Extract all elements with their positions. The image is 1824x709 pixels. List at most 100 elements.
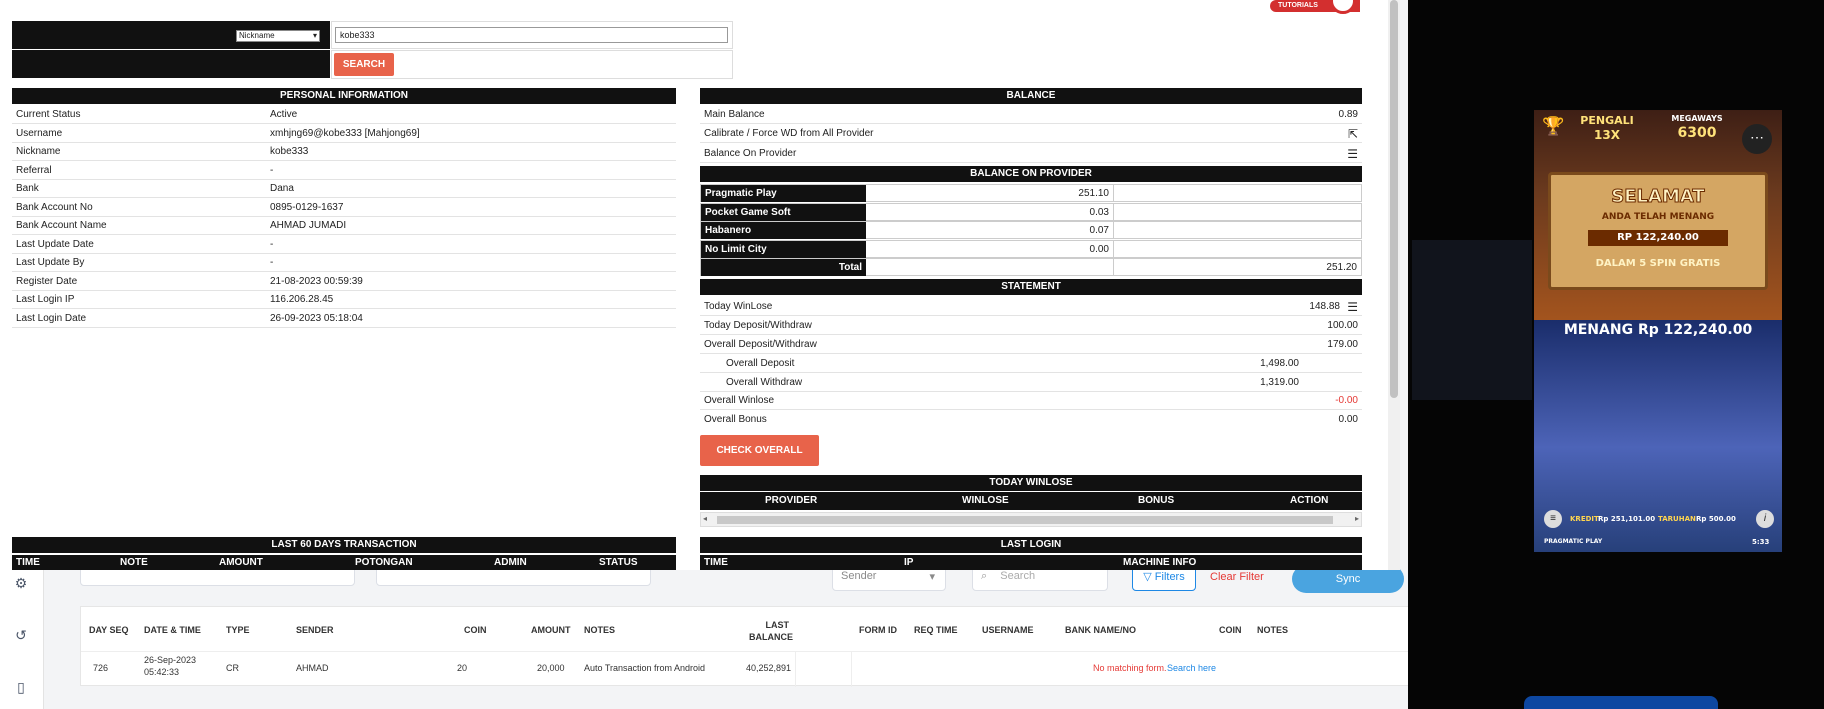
th-provider: PROVIDER <box>765 495 818 506</box>
calibrate-label: Calibrate / Force WD from All Provider <box>704 128 874 139</box>
scroll-thumb-horizontal[interactable] <box>717 516 1333 524</box>
th-form-id: FORM ID <box>859 625 897 635</box>
horizontal-scrollbar[interactable]: ◂ ▸ <box>700 512 1362 527</box>
personal-info-value: 0895-0129-1637 <box>270 201 344 213</box>
provider-row: Habanero 0.07 <box>700 221 1362 239</box>
personal-info-label: Referral <box>16 164 52 176</box>
list-icon[interactable]: ☰ <box>1347 145 1358 163</box>
megaways-label: MEGAWAYS <box>1671 114 1723 123</box>
th-username: USERNAME <box>982 625 1034 635</box>
provider-value: 0.07 <box>866 222 1114 239</box>
anda-menang-text: ANDA TELAH MENANG <box>1601 212 1715 222</box>
history-icon[interactable]: ↺ <box>12 626 30 644</box>
th-action: ACTION <box>1290 495 1329 506</box>
pengali-label: PENGALI <box>1580 114 1634 127</box>
bottom-button[interactable] <box>1524 696 1718 709</box>
faded-thumbnail <box>1412 240 1532 400</box>
trophy-icon: 🏆 <box>1542 116 1565 136</box>
th-amount: AMOUNT <box>531 625 571 635</box>
last60-header: LAST 60 DAYS TRANSACTION <box>12 537 676 553</box>
personal-info-row: Register Date 21-08-2023 00:59:39 <box>12 273 676 291</box>
overall-withdraw-label: Overall Withdraw <box>726 377 803 388</box>
book-icon[interactable]: ▯ <box>12 678 30 696</box>
th-req-time: REQ TIME <box>914 625 958 635</box>
personal-info-header: PERSONAL INFORMATION <box>12 88 676 104</box>
total-label: Total <box>701 259 866 276</box>
personal-info-row: Bank Account Name AHMAD JUMADI <box>12 217 676 235</box>
vertical-scrollbar[interactable] <box>1388 0 1400 570</box>
check-overall-button[interactable]: CHECK OVERALL <box>700 435 819 466</box>
cell-date: 26-Sep-2023 <box>144 655 197 665</box>
menu-icon[interactable]: ≡ <box>1544 510 1562 528</box>
bg-sidebar: ⚙ ↺ ▯ <box>0 560 44 709</box>
last-login-header: LAST LOGIN <box>700 537 1362 553</box>
total-value: 251.20 <box>1326 262 1357 273</box>
arrow-left-icon[interactable]: ◂ <box>703 514 707 523</box>
last60-columns: TIME NOTE AMOUNT POTONGAN ADMIN STATUS <box>12 555 676 570</box>
personal-info-label: Username <box>16 127 63 139</box>
overall-withdraw-value: 1,319.00 <box>1260 377 1299 388</box>
overall-winlose-value: -0.00 <box>1335 395 1358 406</box>
kredit-label: KREDIT <box>1570 515 1599 523</box>
menang-text: MENANG Rp 122,240.00 <box>1563 322 1753 338</box>
statement-header: STATEMENT <box>700 279 1362 295</box>
th-admin: ADMIN <box>494 557 527 568</box>
list-icon[interactable]: ☰ <box>1347 298 1358 316</box>
personal-info-value: 26-09-2023 05:18:04 <box>270 312 363 324</box>
overall-deposit-row: Overall Deposit 1,498.00 <box>700 355 1362 373</box>
overall-winlose-label: Overall Winlose <box>704 395 775 406</box>
gear-icon[interactable]: ⚙ <box>12 574 30 592</box>
cell-notes: Auto Transaction from Android <box>584 663 706 673</box>
overall-withdraw-row: Overall Withdraw 1,319.00 <box>700 374 1362 392</box>
filter-icon: ▽ <box>1143 571 1152 583</box>
th-amount: AMOUNT <box>219 557 263 568</box>
personal-info-label: Last Login IP <box>16 294 75 305</box>
balance-on-provider-header: BALANCE ON PROVIDER <box>700 166 1362 182</box>
total-filler <box>866 259 1114 276</box>
personal-info-row: Current Status Active <box>12 106 676 124</box>
balance-provider-row: Balance On Provider ☰ <box>700 145 1362 163</box>
personal-info-value: - <box>270 238 274 250</box>
search-input[interactable]: kobe333 <box>335 27 728 43</box>
personal-info-row: Bank Dana <box>12 180 676 198</box>
search-button[interactable]: SEARCH <box>334 53 394 76</box>
today-winlose-row: Today WinLose 148.88 ☰ <box>700 298 1362 316</box>
info-icon[interactable]: i <box>1756 510 1774 528</box>
divider <box>851 651 852 687</box>
provider-value: 0.00 <box>866 240 1114 258</box>
multiplier: 13X <box>1594 128 1620 142</box>
member-info-modal: TUTORIALS Nickname ▾ kobe333 SEARCH PERS… <box>0 0 1400 570</box>
th-last-balance: LAST BALANCE <box>749 620 793 642</box>
cell-last-balance: 40,252,891 <box>746 663 792 673</box>
brand-label: PRAGMATIC PLAY <box>1544 538 1603 545</box>
today-dw-row: Today Deposit/Withdraw 100.00 <box>700 317 1362 335</box>
game-screenshot: 🏆 PENGALI 13X MEGAWAYS 6300 ⋯ SELAMAT AN… <box>1534 110 1782 552</box>
th-note: NOTE <box>120 557 148 568</box>
divider <box>795 651 796 687</box>
kredit-value: Rp 251,101.00 <box>1598 515 1656 523</box>
personal-info-row: Last Login IP 116.206.28.45 <box>12 291 676 309</box>
th-type: TYPE <box>226 625 250 635</box>
cell-amount: 20,000 <box>537 663 565 673</box>
chevron-down-icon: ▾ <box>929 571 935 583</box>
more-icon[interactable]: ⋯ <box>1742 124 1772 154</box>
bg-transaction-table: DAY SEQ DATE & TIME TYPE SENDER COIN AMO… <box>80 606 1411 687</box>
search-icon: ⌕ <box>981 570 988 582</box>
cell-sender: AHMAD <box>296 663 329 673</box>
personal-info-value: Active <box>270 109 298 120</box>
today-winlose-columns: PROVIDER WINLOSE BONUS ACTION <box>700 492 1362 510</box>
provider-total-row: Total 251.20 <box>700 258 1362 276</box>
scroll-thumb[interactable] <box>1390 0 1398 398</box>
external-link-icon[interactable]: ⇱ <box>1348 125 1358 143</box>
clear-filter-link[interactable]: Clear Filter <box>1210 571 1264 583</box>
provider-name: No Limit City <box>701 240 866 258</box>
th-status: STATUS <box>599 557 638 568</box>
th-day-seq: DAY SEQ <box>89 625 129 635</box>
th-potongan: POTONGAN <box>355 557 413 568</box>
personal-info-row: Username xmhjng69@kobe333 [Mahjong69] <box>12 125 676 143</box>
search-type-select[interactable]: Nickname ▾ <box>236 30 320 42</box>
overall-dw-value: 179.00 <box>1327 339 1358 350</box>
th-coin: COIN <box>464 625 487 635</box>
search-here-link[interactable]: Search here <box>1167 663 1216 673</box>
arrow-right-icon[interactable]: ▸ <box>1355 514 1359 523</box>
